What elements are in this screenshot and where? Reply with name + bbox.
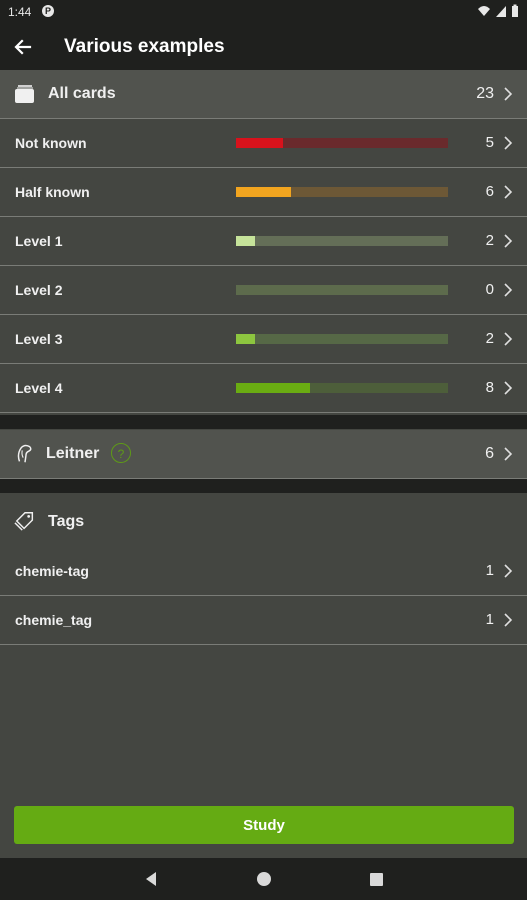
- chevron-right-icon: [504, 447, 513, 461]
- chevron-right-icon: [504, 87, 513, 101]
- level-count: 6: [485, 183, 494, 200]
- progress-bar-fill: [236, 383, 311, 393]
- level-count: 2: [485, 232, 494, 249]
- level-count: 0: [485, 281, 494, 298]
- tag-count: 1: [485, 611, 494, 628]
- tag-icon: [14, 512, 34, 531]
- tag-row[interactable]: chemie-tag 1: [0, 547, 527, 596]
- tags-label: Tags: [48, 513, 85, 530]
- tag-label: chemie-tag: [15, 563, 89, 579]
- progress-bar: [236, 138, 448, 148]
- chevron-right-icon: [504, 613, 513, 627]
- level-row[interactable]: Not known 5: [0, 119, 527, 168]
- level-row[interactable]: Level 2 0: [0, 266, 527, 315]
- signal-icon: [496, 6, 506, 17]
- nav-back-icon[interactable]: [143, 871, 159, 887]
- level-count: 2: [485, 330, 494, 347]
- chevron-right-icon: [504, 283, 513, 297]
- leitner-label: Leitner: [46, 445, 100, 462]
- tag-label: chemie_tag: [15, 612, 93, 628]
- level-count: 8: [485, 379, 494, 396]
- tag-count: 1: [485, 562, 494, 579]
- level-label: Half known: [15, 184, 90, 200]
- progress-bar-fill: [236, 334, 256, 344]
- status-bar: 1:44 P: [0, 0, 527, 24]
- app-bar: Various examples: [0, 24, 527, 70]
- progress-bar: [236, 285, 448, 295]
- level-row[interactable]: Level 4 8: [0, 364, 527, 413]
- leitner-count: 6: [485, 445, 494, 462]
- level-row[interactable]: Level 3 2: [0, 315, 527, 364]
- all-cards-count: 23: [476, 85, 494, 102]
- tag-row[interactable]: chemie_tag 1: [0, 596, 527, 645]
- level-row[interactable]: Level 1 2: [0, 217, 527, 266]
- help-icon[interactable]: ?: [111, 443, 131, 463]
- all-cards-row[interactable]: All cards 23: [0, 70, 527, 119]
- tags-header: Tags: [0, 497, 527, 545]
- leitner-icon: [17, 444, 32, 463]
- progress-bar: [236, 187, 448, 197]
- status-icons: [477, 4, 519, 18]
- study-button[interactable]: Study: [14, 806, 514, 844]
- nav-recents-icon[interactable]: [370, 873, 383, 886]
- all-cards-label: All cards: [48, 85, 116, 102]
- chevron-right-icon: [504, 136, 513, 150]
- level-label: Level 4: [15, 380, 63, 396]
- level-label: Level 3: [15, 331, 63, 347]
- chevron-right-icon: [504, 381, 513, 395]
- progress-bar-fill: [236, 236, 256, 246]
- navigation-bar: [0, 858, 527, 900]
- section-divider: [0, 479, 527, 493]
- cards-icon: [15, 85, 34, 103]
- progress-bar: [236, 383, 448, 393]
- back-arrow-icon[interactable]: [10, 34, 36, 60]
- section-divider: [0, 415, 527, 429]
- wifi-icon: [478, 6, 490, 16]
- level-label: Level 2: [15, 282, 63, 298]
- level-count: 5: [485, 134, 494, 151]
- level-label: Not known: [15, 135, 87, 151]
- battery-icon: [512, 4, 518, 17]
- level-label: Level 1: [15, 233, 63, 249]
- nav-home-icon[interactable]: [257, 872, 271, 886]
- chevron-right-icon: [504, 564, 513, 578]
- status-time: 1:44: [8, 5, 32, 19]
- p-notification-icon: P: [42, 5, 54, 17]
- leitner-row[interactable]: Leitner ? 6: [0, 430, 527, 479]
- page-title: Various examples: [64, 36, 225, 57]
- chevron-right-icon: [504, 234, 513, 248]
- progress-bar: [236, 236, 448, 246]
- level-row[interactable]: Half known 6: [0, 168, 527, 217]
- chevron-right-icon: [504, 185, 513, 199]
- progress-bar-fill: [236, 187, 292, 197]
- chevron-right-icon: [504, 332, 513, 346]
- progress-bar-fill: [236, 138, 283, 148]
- progress-bar: [236, 334, 448, 344]
